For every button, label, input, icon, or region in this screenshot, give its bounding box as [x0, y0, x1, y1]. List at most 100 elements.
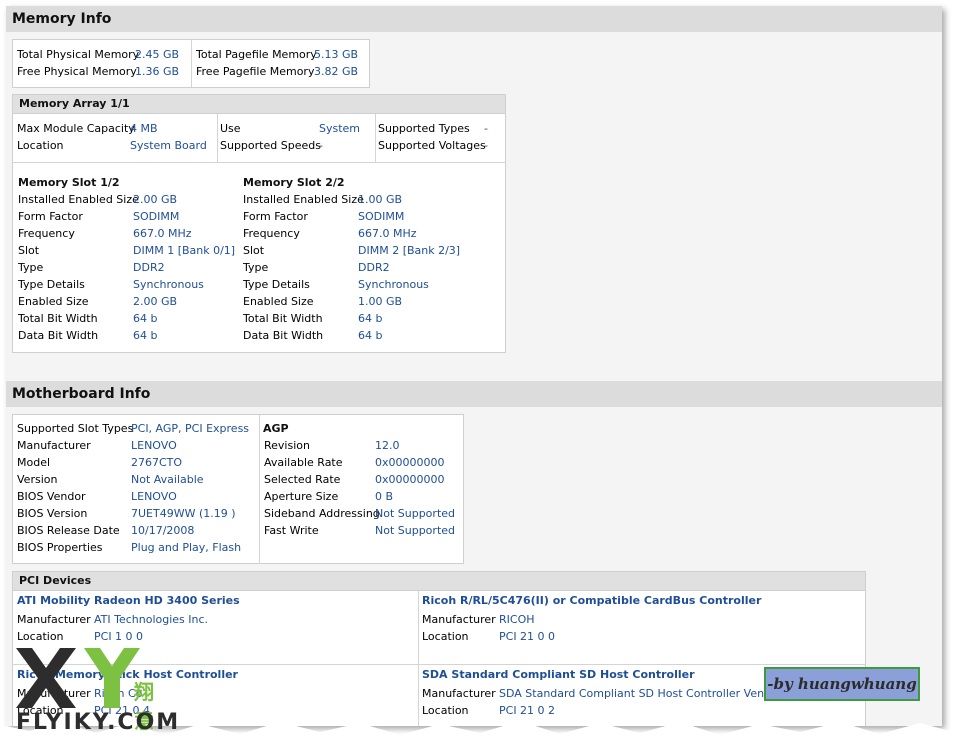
- torn-edge-right: [950, 0, 972, 751]
- label: Type Details: [18, 278, 85, 291]
- value: 64 b: [133, 329, 158, 342]
- label: Frequency: [18, 227, 75, 240]
- divider: [375, 114, 376, 162]
- value: PCI 21 0 0: [499, 630, 556, 643]
- value: -: [319, 139, 323, 152]
- label: BIOS Version: [17, 507, 88, 520]
- value: 1.00 GB: [358, 295, 403, 308]
- label: Enabled Size: [18, 295, 89, 308]
- label: Type: [18, 261, 44, 274]
- value: 7UET49WW (1.19 ): [131, 507, 236, 520]
- motherboard-box: Supported Slot Types PCI, AGP, PCI Expres…: [12, 414, 464, 564]
- value: SDA Standard Compliant SD Host Controlle…: [499, 687, 783, 700]
- label: Use: [220, 122, 241, 135]
- label: Revision: [264, 439, 310, 452]
- pci-devices-header: PCI Devices: [12, 571, 866, 591]
- value: 667.0 MHz: [133, 227, 192, 240]
- value: SODIMM: [133, 210, 180, 223]
- label: Installed Enabled Size: [243, 193, 364, 206]
- label: Type: [243, 261, 269, 274]
- label: Data Bit Width: [243, 329, 324, 342]
- label: Fast Write: [264, 524, 319, 537]
- value: Synchronous: [133, 278, 204, 291]
- value: LENOVO: [131, 490, 177, 503]
- value: 0 B: [375, 490, 394, 503]
- value: PCI, AGP, PCI Express: [131, 422, 250, 435]
- value: 2.45 GB: [135, 48, 180, 61]
- value: 64 b: [133, 312, 158, 325]
- value: 64 b: [358, 329, 383, 342]
- motherboard-info-header: Motherboard Info: [6, 381, 942, 407]
- label: Max Module Capacity: [17, 122, 135, 135]
- label: Supported Voltages: [378, 139, 486, 152]
- value: SODIMM: [358, 210, 405, 223]
- value: PCI 1 0 0: [94, 630, 144, 643]
- value: DIMM 2 [Bank 2/3]: [358, 244, 461, 257]
- label: Location: [422, 630, 469, 643]
- memory-array-box: Max Module Capacity 4 MB Location System…: [12, 113, 506, 353]
- credit-watermark: -by huangwhuang: [764, 667, 920, 701]
- label: Manufacturer: [17, 613, 91, 626]
- value: DDR2: [358, 261, 390, 274]
- label: Total Pagefile Memory: [196, 48, 317, 61]
- label: Installed Enabled Size: [18, 193, 139, 206]
- pci-device-name: ATI Mobility Radeon HD 3400 Series: [17, 594, 240, 607]
- label: Type Details: [243, 278, 310, 291]
- value: Not Supported: [375, 524, 456, 537]
- logo-text: FLYIKY.COM: [16, 710, 181, 735]
- label: Frequency: [243, 227, 300, 240]
- value: 2.00 GB: [133, 295, 178, 308]
- value: 2767CTO: [131, 456, 183, 469]
- label: Manufacturer: [422, 687, 496, 700]
- label: Free Pagefile Memory: [196, 65, 315, 78]
- label: Slot: [243, 244, 265, 257]
- report-page: Memory Info Total Physical Memory 2.45 G…: [6, 6, 942, 726]
- value: ATI Technologies Inc.: [94, 613, 209, 626]
- value: 0x00000000: [375, 473, 445, 486]
- divider: [259, 415, 260, 563]
- pci-device-name: Ricoh R/RL/5C476(II) or Compatible CardB…: [422, 594, 762, 607]
- site-logo: 翔意 FLYIKY.COM: [16, 648, 178, 735]
- label: Available Rate: [264, 456, 343, 469]
- label: Manufacturer: [17, 439, 91, 452]
- label: Sideband Addressing: [264, 507, 380, 520]
- agp-title: AGP: [263, 422, 289, 435]
- value: 3.82 GB: [314, 65, 359, 78]
- pci-device-name: SDA Standard Compliant SD Host Controlle…: [422, 668, 695, 681]
- label: Supported Types: [378, 122, 470, 135]
- label: Version: [17, 473, 58, 486]
- memory-slot-1-title: Memory Slot 1/2: [18, 176, 120, 189]
- value: -: [484, 122, 488, 135]
- label: BIOS Properties: [17, 541, 103, 554]
- label: Selected Rate: [264, 473, 341, 486]
- value: 64 b: [358, 312, 383, 325]
- divider: [418, 591, 419, 726]
- memory-slot-2-title: Memory Slot 2/2: [243, 176, 345, 189]
- label: Supported Slot Types: [17, 422, 134, 435]
- value: 667.0 MHz: [358, 227, 417, 240]
- xy-logo-icon: [16, 648, 140, 708]
- label: Supported Speeds: [220, 139, 321, 152]
- value: 1.36 GB: [135, 65, 180, 78]
- memory-summary-box: Total Physical Memory 2.45 GB Free Physi…: [12, 39, 370, 88]
- label: Total Bit Width: [18, 312, 98, 325]
- label: Aperture Size: [264, 490, 339, 503]
- value: 10/17/2008: [131, 524, 195, 537]
- value: System: [319, 122, 361, 135]
- value: DDR2: [133, 261, 165, 274]
- label: Slot: [18, 244, 40, 257]
- label: Model: [17, 456, 51, 469]
- label: Form Factor: [18, 210, 83, 223]
- divider: [13, 162, 505, 163]
- label: Total Bit Width: [243, 312, 323, 325]
- label: Location: [17, 630, 64, 643]
- value: Not Supported: [375, 507, 456, 520]
- label: Enabled Size: [243, 295, 314, 308]
- value: Plug and Play, Flash: [131, 541, 242, 554]
- value: RICOH: [499, 613, 535, 626]
- value: Not Available: [131, 473, 204, 486]
- label: Free Physical Memory: [17, 65, 137, 78]
- divider: [217, 114, 218, 162]
- value: DIMM 1 [Bank 0/1]: [133, 244, 236, 257]
- value: 2.00 GB: [133, 193, 178, 206]
